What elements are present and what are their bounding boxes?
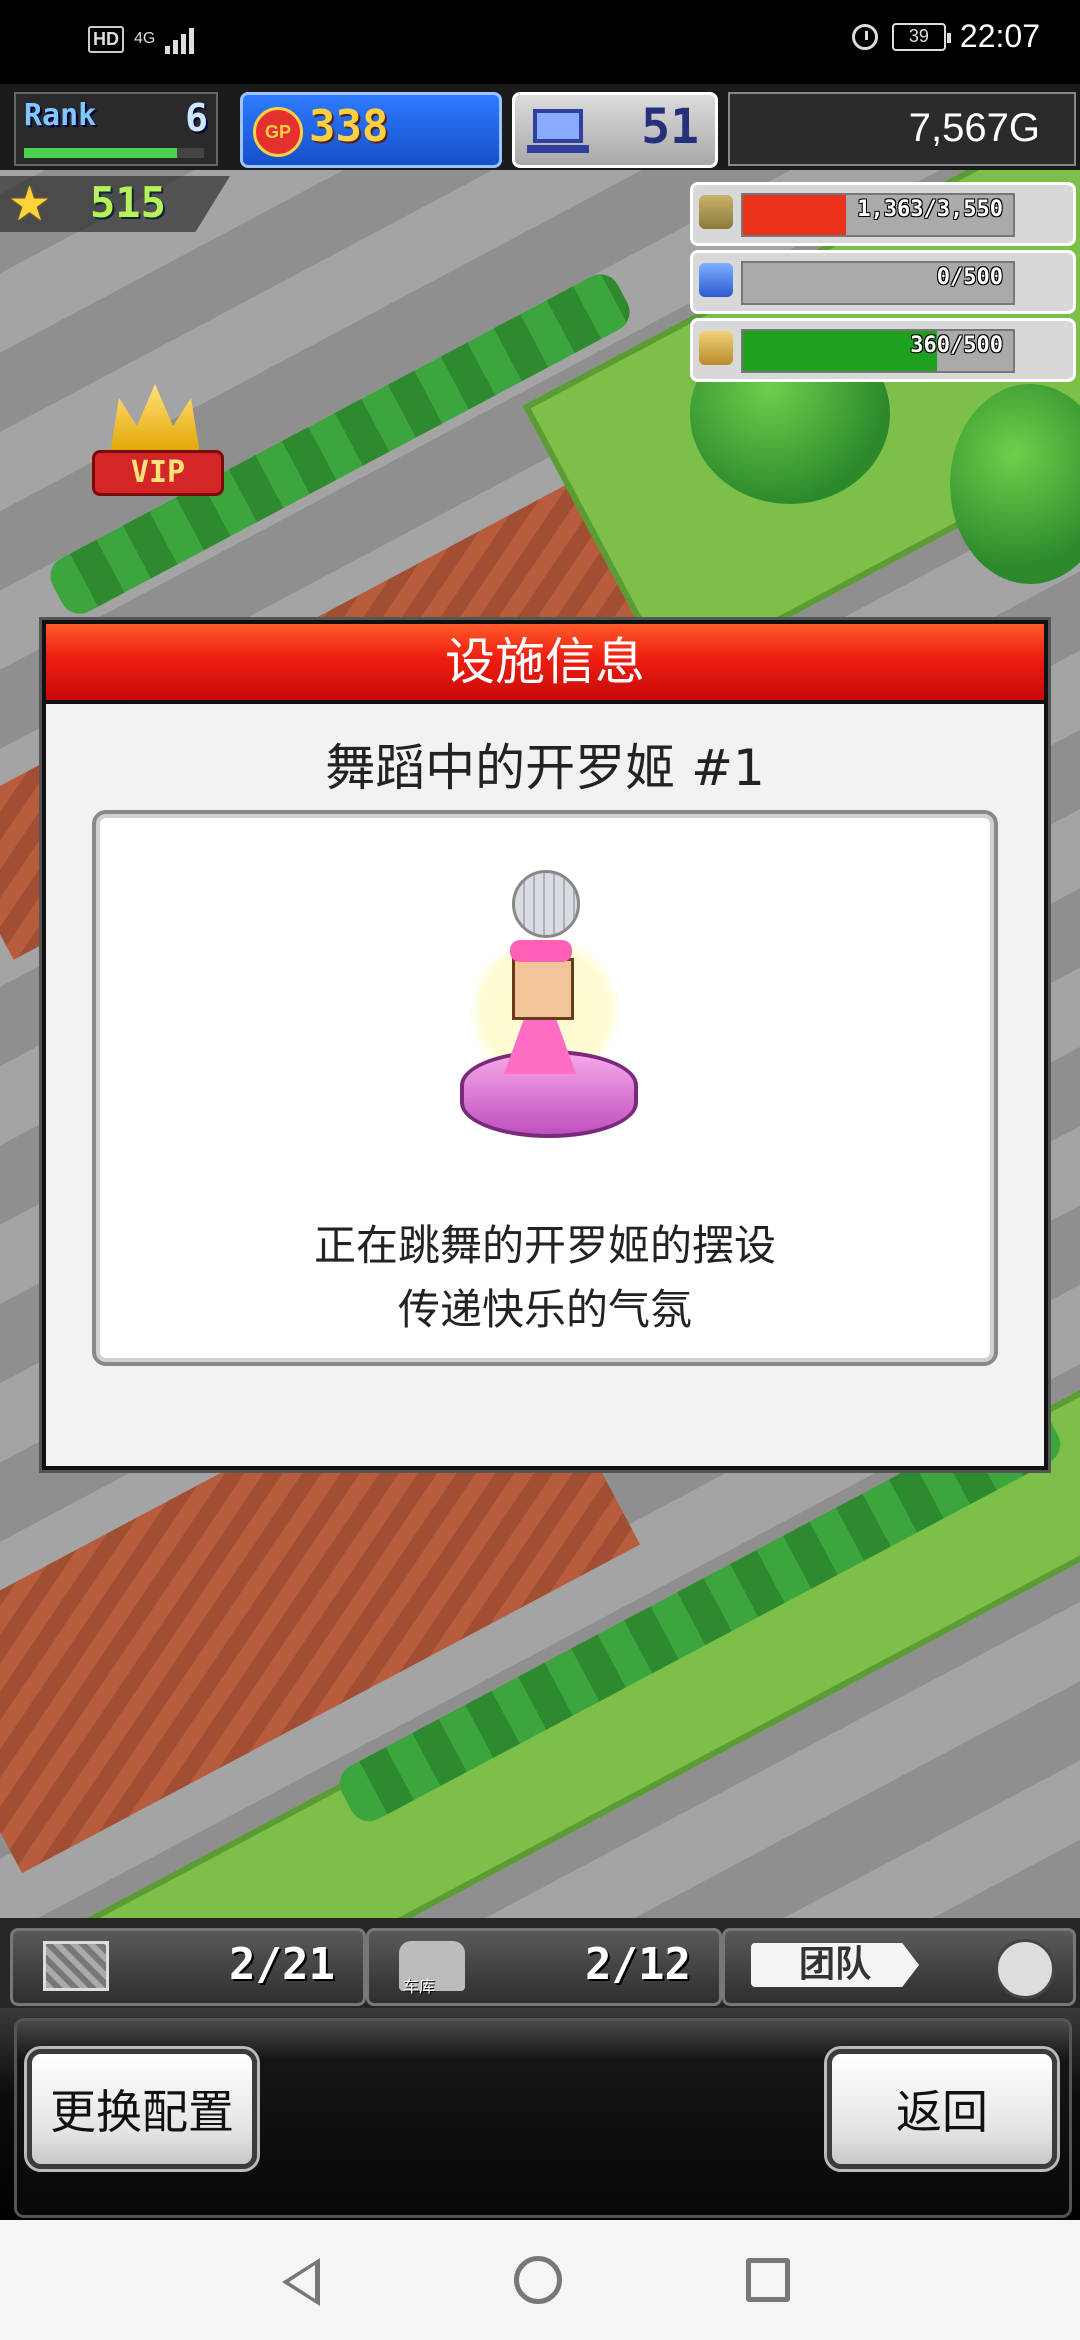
rank-value: 6 xyxy=(185,96,208,140)
crown-icon xyxy=(110,384,200,454)
vip-label: VIP xyxy=(92,450,224,496)
action-bar: 更换配置 返回 xyxy=(0,2008,1080,2220)
star-counter: ★ 515 xyxy=(0,176,230,232)
head xyxy=(512,958,574,1020)
gp-value: 338 xyxy=(309,101,389,152)
computer-icon xyxy=(527,109,589,153)
battery-level: 39 xyxy=(908,26,929,46)
resource-coins[interactable]: 1,363/3,550 xyxy=(690,182,1076,246)
description-line: 传递快乐的气氛 xyxy=(397,1285,692,1334)
face-icon xyxy=(995,1939,1055,1999)
rank-label: Rank xyxy=(24,98,97,133)
garage-count: 2/12 xyxy=(585,1939,691,1990)
resource-text: 1,363/3,550 xyxy=(857,197,1003,222)
rank-progress-fill xyxy=(24,148,177,158)
garage-icon: 车库 xyxy=(399,1941,465,1996)
description-line: 正在跳舞的开罗姬的摆设 xyxy=(313,1221,776,1270)
dancing-princess-icon xyxy=(450,870,640,1150)
hd-badge: HD xyxy=(88,25,124,53)
garage-label: 车库 xyxy=(403,1977,436,1996)
alarm-icon xyxy=(851,23,878,50)
computer-value: 51 xyxy=(641,99,699,155)
home-icon[interactable] xyxy=(514,2256,562,2304)
rank-progress-bar xyxy=(24,148,204,158)
recents-icon[interactable] xyxy=(746,2258,790,2302)
facility-card: 正在跳舞的开罗姬的摆设 传递快乐的气氛 xyxy=(92,810,998,1366)
gp-icon: GP xyxy=(253,107,303,157)
coins-icon xyxy=(699,195,733,229)
facility-slot-counter[interactable]: 2/21 xyxy=(10,1928,366,2006)
money-panel: 7,567G xyxy=(728,92,1076,166)
crate-icon xyxy=(43,1941,109,1991)
dialog-header: 设施信息 xyxy=(46,624,1044,704)
vip-badge[interactable]: VIP xyxy=(92,384,224,504)
team-label: 团队 xyxy=(751,1943,919,1987)
android-nav-bar xyxy=(0,2220,1080,2340)
team-button[interactable]: 团队 xyxy=(722,1928,1076,2006)
resource-text: 0/500 xyxy=(936,265,1003,290)
battery-icon: 39 xyxy=(891,22,951,51)
money-value: 7,567G xyxy=(908,106,1040,150)
bottom-hud: 2/21 车库 2/12 团队 xyxy=(0,1918,1080,2008)
resource-fuel[interactable]: 0/500 xyxy=(690,250,1076,314)
clock: 22:07 xyxy=(959,18,1040,54)
garage-counter[interactable]: 车库 2/12 xyxy=(366,1928,722,2006)
resource-wheat[interactable]: 360/500 xyxy=(690,318,1076,382)
disco-ball-icon xyxy=(512,870,580,938)
gp-panel[interactable]: GP 338 xyxy=(240,92,502,168)
bow xyxy=(510,940,572,962)
wheat-icon xyxy=(699,331,733,365)
action-bar-inner: 更换配置 返回 xyxy=(14,2018,1072,2218)
top-hud: Rank 6 GP 338 51 7,567G xyxy=(0,84,1080,170)
facility-name: 舞蹈中的开罗姬 #1 xyxy=(325,739,765,797)
star-value: 515 xyxy=(90,178,166,227)
facility-count: 2/21 xyxy=(229,1939,335,1990)
network-type: 4G xyxy=(134,30,156,47)
status-left: HD 4G xyxy=(88,24,195,54)
resource-text: 360/500 xyxy=(910,333,1003,358)
status-right: 39 22:07 xyxy=(851,18,1040,55)
computer-panel[interactable]: 51 xyxy=(512,92,718,168)
change-config-button[interactable]: 更换配置 xyxy=(27,2049,257,2169)
back-icon[interactable] xyxy=(282,2258,320,2306)
rank-panel[interactable]: Rank 6 xyxy=(14,92,218,166)
facility-description: 正在跳舞的开罗姬的摆设 传递快乐的气氛 xyxy=(96,1214,994,1342)
signal-icon xyxy=(165,24,195,54)
status-bar: HD 4G 39 22:07 xyxy=(0,0,1080,84)
back-button[interactable]: 返回 xyxy=(827,2049,1057,2169)
star-icon: ★ xyxy=(8,176,52,232)
fuel-icon xyxy=(699,263,733,297)
facility-info-dialog: 设施信息 舞蹈中的开罗姬 #1 正在跳舞的开罗姬的摆设 传递快乐的气氛 xyxy=(42,620,1048,1470)
